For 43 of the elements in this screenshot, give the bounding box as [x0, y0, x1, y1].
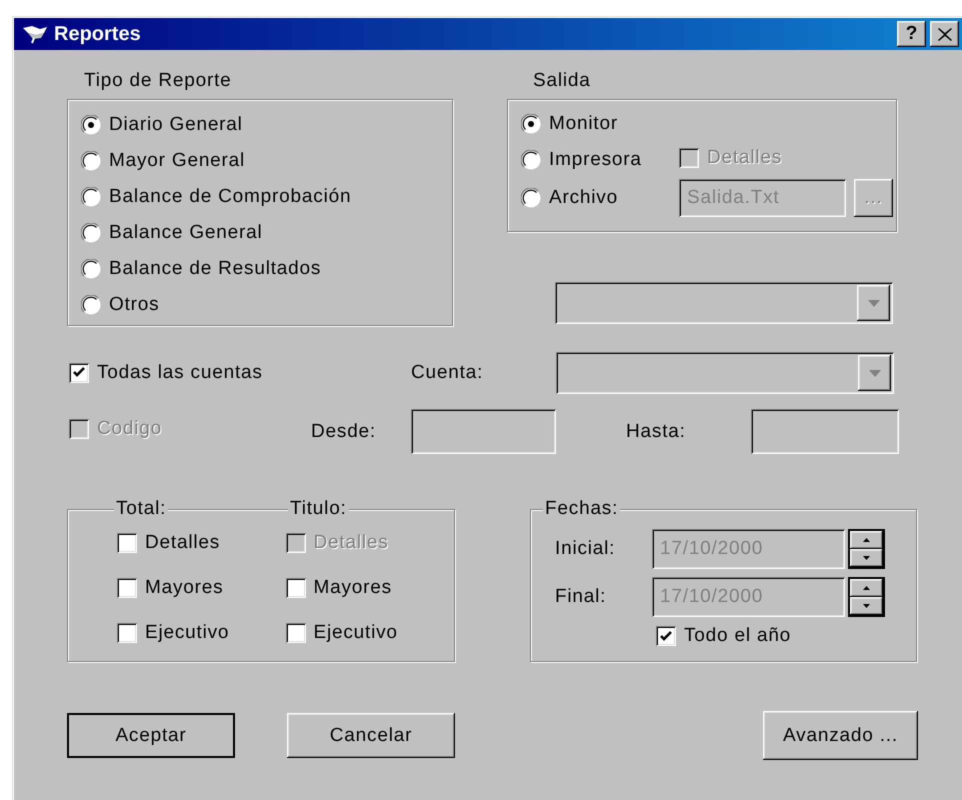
spin-down-button[interactable] [850, 597, 883, 615]
radio-option[interactable]: Balance General [81, 215, 263, 251]
up-arrow-icon [863, 586, 870, 590]
field-label: Hasta: [626, 420, 686, 442]
group-title: Salida [533, 70, 591, 91]
radio-option[interactable]: Balance de Resultados [81, 251, 322, 287]
checkbox-option[interactable]: Todo el año [656, 625, 792, 647]
radio-option[interactable]: Balance de Comprobación [81, 179, 352, 215]
spin-down-button[interactable] [850, 549, 883, 567]
field-label: Inicial: [555, 538, 616, 559]
caret-icon [868, 300, 880, 306]
cancel-button[interactable]: Cancelar [287, 713, 455, 758]
radio-option[interactable]: Diario General [81, 107, 243, 143]
radio-option[interactable]: Impresora [521, 142, 642, 178]
field-label: Cuenta: [411, 362, 484, 383]
group-title: Tipo de Reporte [84, 70, 232, 91]
up-arrow-icon [863, 538, 870, 542]
quill-icon [22, 24, 48, 44]
field-label: Desde: [311, 420, 376, 442]
checkbox-option[interactable]: Detalles [117, 532, 220, 554]
close-icon [938, 28, 952, 40]
radio-option[interactable]: Archivo [521, 180, 618, 216]
down-arrow-icon [863, 604, 870, 608]
check-mark-icon [660, 630, 672, 642]
radio-option[interactable]: Monitor [521, 106, 618, 142]
radio-option[interactable]: Mayor General [81, 143, 246, 179]
advanced-button[interactable]: Avanzado ... [763, 711, 918, 760]
checkbox-option[interactable]: Ejecutivo [117, 622, 230, 644]
help-button[interactable]: ? [897, 21, 926, 47]
caret-icon [868, 370, 880, 376]
window-title: Reportes [54, 22, 142, 46]
spin-up-button[interactable] [850, 579, 883, 597]
field-label: Final: [555, 586, 606, 607]
check-mark-icon [73, 367, 85, 378]
spin-up-button[interactable] [850, 531, 883, 549]
checkbox-option[interactable]: Mayores [117, 577, 224, 599]
checkbox-option[interactable]: Mayores [286, 577, 392, 599]
checkbox-option[interactable]: Ejecutivo [286, 622, 398, 644]
close-button[interactable] [930, 21, 959, 47]
checkbox-option[interactable]: Todas las cuentas [69, 362, 263, 384]
down-arrow-icon [863, 556, 870, 560]
accept-button[interactable]: Aceptar [67, 713, 235, 758]
radio-option[interactable]: Otros [81, 287, 160, 323]
